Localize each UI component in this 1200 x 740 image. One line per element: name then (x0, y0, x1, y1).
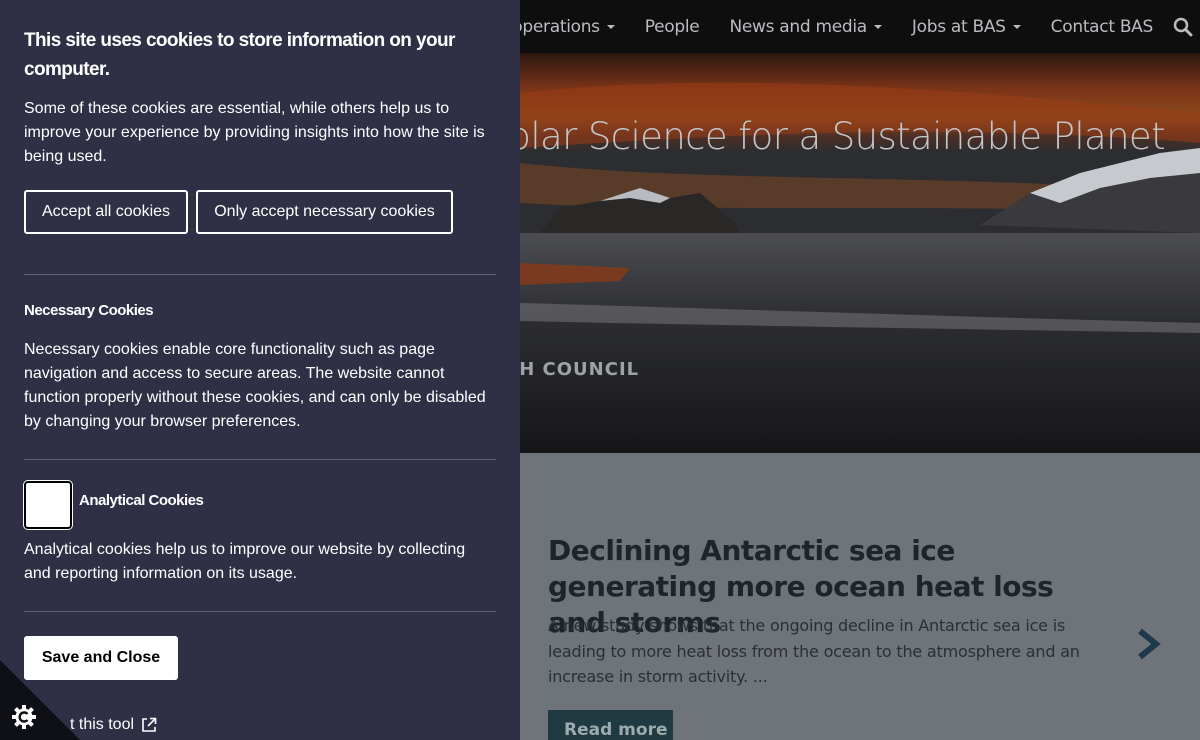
divider (24, 459, 496, 460)
nav-item-news-and-media[interactable]: News and media (714, 17, 896, 37)
cookie-consent-panel: This site uses cookies to store informat… (0, 0, 520, 740)
read-more-button[interactable]: Read more (548, 710, 673, 740)
nav-item-contact[interactable]: Contact BAS (1036, 17, 1168, 37)
divider (24, 611, 496, 612)
accept-necessary-cookies-button[interactable]: Only accept necessary cookies (196, 190, 453, 234)
hero-title: Polar Science for a Sustainable Planet (487, 115, 1166, 158)
caret-down-icon (606, 24, 615, 29)
nav-item-label: Jobs at BAS (911, 16, 1006, 37)
nav-list: Polar operations People News and media J… (451, 0, 1200, 53)
analytical-cookies-text: Analytical cookies help us to improve ou… (24, 541, 466, 582)
external-link-icon (142, 717, 157, 732)
necessary-cookies-text: Necessary cookies enable core functional… (24, 341, 486, 430)
caret-down-icon (1012, 24, 1021, 29)
cookie-panel-heading: This site uses cookies to store informat… (24, 30, 455, 80)
nav-item-label: People (644, 16, 700, 37)
cookie-control-icon[interactable] (0, 660, 80, 740)
divider (24, 274, 496, 275)
caret-down-icon (873, 24, 882, 29)
nav-item-people[interactable]: People (630, 17, 715, 37)
nav-item-label: Contact BAS (1050, 16, 1154, 37)
analytical-cookies-checkbox[interactable] (24, 481, 72, 529)
story-summary: A new study shows that the ongoing decli… (548, 616, 1080, 686)
search-icon[interactable] (1168, 0, 1198, 53)
necessary-cookies-title: Necessary Cookies (24, 302, 154, 319)
nav-item-jobs[interactable]: Jobs at BAS (897, 17, 1036, 37)
accept-all-cookies-button[interactable]: Accept all cookies (24, 190, 188, 234)
analytical-cookies-title: Analytical Cookies (79, 492, 204, 509)
chevron-right-icon[interactable] (1134, 627, 1164, 661)
cookie-panel-intro: Some of these cookies are essential, whi… (24, 100, 485, 165)
nav-item-label: News and media (729, 16, 867, 37)
hero-org-logo-text: CH COUNCIL (505, 359, 640, 380)
about-this-tool-link[interactable]: t this tool (70, 716, 157, 734)
